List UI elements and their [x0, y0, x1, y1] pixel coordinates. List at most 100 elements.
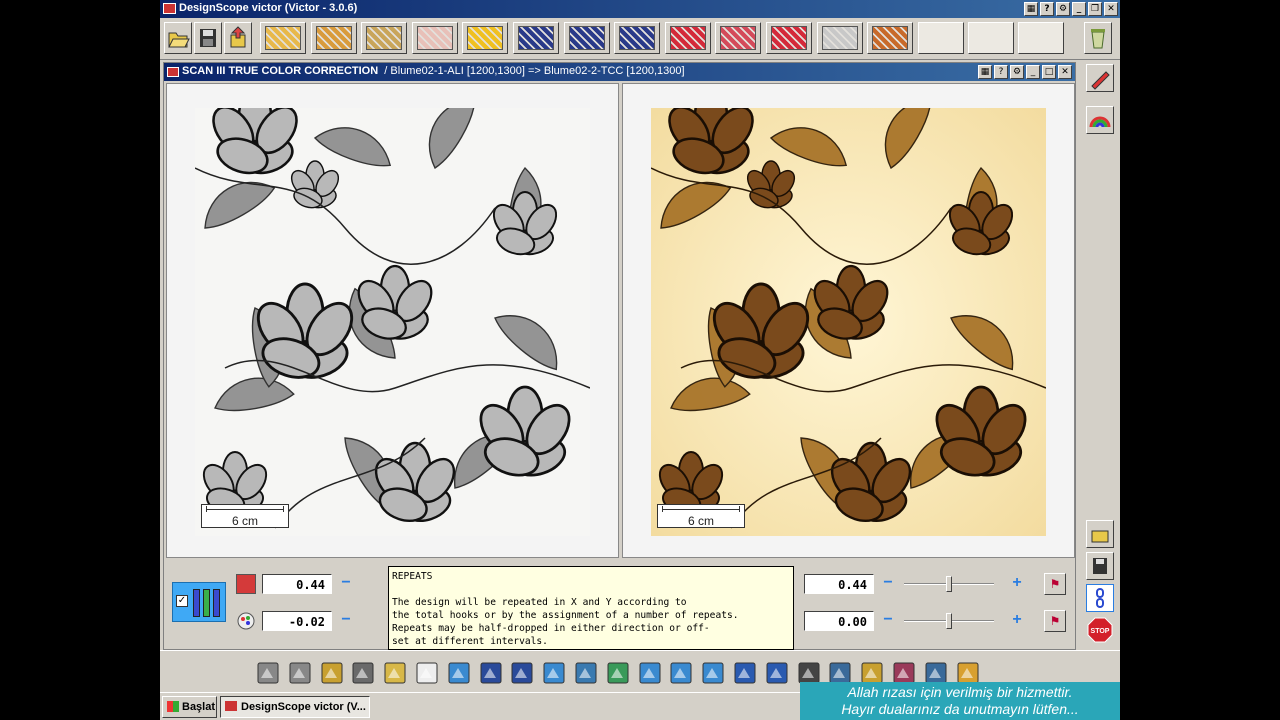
- design-thumbnail-11[interactable]: [766, 22, 812, 54]
- link-button[interactable]: [1086, 584, 1114, 612]
- right-row2-minus-button[interactable]: −: [879, 612, 897, 630]
- app-window: DesignScope victor (Victor - 3.0.6) ▦ ? …: [160, 0, 1120, 720]
- original-image-pane[interactable]: 6 cm: [166, 83, 619, 558]
- child-close-button[interactable]: ✕: [1058, 65, 1072, 79]
- child-minimize-button[interactable]: _: [1026, 65, 1040, 79]
- channel-checkbox[interactable]: ✓: [176, 595, 188, 607]
- grid-icon[interactable]: [606, 661, 630, 685]
- design-thumbnail-swatch: [669, 26, 706, 50]
- save-settings-button[interactable]: [1086, 552, 1114, 580]
- design-thumbnail-2[interactable]: [310, 22, 357, 54]
- minimize-button[interactable]: _: [1072, 2, 1086, 16]
- design-thumbnail-1[interactable]: [260, 22, 306, 54]
- child-tools-icon[interactable]: ⚙: [1010, 65, 1024, 79]
- right-row1-slider[interactable]: [904, 574, 994, 594]
- left-scale-bar: 6 cm: [201, 504, 289, 528]
- close-button[interactable]: ✕: [1104, 2, 1118, 16]
- left-row1-minus-button[interactable]: −: [337, 575, 355, 593]
- chart-icon[interactable]: [669, 661, 693, 685]
- stop-button[interactable]: STOP: [1086, 616, 1114, 644]
- tag-icon[interactable]: [383, 661, 407, 685]
- export-icon: [230, 26, 246, 48]
- open-folder-button[interactable]: [164, 22, 192, 54]
- rgb-channel-toggle[interactable]: ✓: [172, 582, 226, 622]
- tooltip-line: The design will be repeated in X and Y a…: [392, 597, 687, 608]
- child-title-path: / Blume02-1-ALI [1200,1300] => Blume02-2…: [384, 65, 685, 77]
- banner-line-1: Allah rızası için verilmiş bir hizmettir…: [847, 684, 1073, 700]
- chain-icon: [1096, 588, 1104, 608]
- design-thumbnail-10[interactable]: [715, 22, 762, 54]
- texture-icon[interactable]: [701, 661, 725, 685]
- trash-button[interactable]: [1084, 22, 1112, 54]
- right-row2-plus-button[interactable]: +: [1008, 612, 1026, 630]
- right-row2-value[interactable]: 0.00: [804, 611, 874, 631]
- rotate-icon[interactable]: [542, 661, 566, 685]
- design-thumbnail-7[interactable]: [563, 22, 610, 54]
- palette-icon[interactable]: ▦: [1024, 2, 1038, 16]
- design-thumbnail-5[interactable]: [462, 22, 509, 54]
- design-thumbnail-8[interactable]: [614, 22, 661, 54]
- pattern-icon[interactable]: [574, 661, 598, 685]
- pencil-icon[interactable]: [256, 661, 280, 685]
- design-thumbnail-9[interactable]: [664, 22, 711, 54]
- repeats-tooltip: REPEATS The design will be repeated in X…: [388, 566, 794, 650]
- empty-slot-3[interactable]: [1018, 22, 1064, 54]
- child-maximize-button[interactable]: □: [1042, 65, 1056, 79]
- save-button[interactable]: [194, 22, 222, 54]
- red-color-swatch[interactable]: [236, 574, 256, 594]
- right-row2-slider-thumb[interactable]: [946, 613, 952, 629]
- right-row1-minus-button[interactable]: −: [879, 575, 897, 593]
- child-help-icon[interactable]: ?: [994, 65, 1008, 79]
- tooltip-line: the total hooks or by the assignment of …: [392, 610, 739, 621]
- right-toolbar: STOP: [1080, 60, 1120, 650]
- marker-icon: [1091, 71, 1110, 90]
- color-range-button[interactable]: [1086, 106, 1114, 134]
- child-palette-icon[interactable]: ▦: [978, 65, 992, 79]
- camera-icon[interactable]: [351, 661, 375, 685]
- marker-button[interactable]: [1086, 64, 1114, 92]
- design-thumbnail-swatch: [568, 26, 605, 50]
- original-floral-image: [195, 108, 590, 536]
- right-row1-plus-button[interactable]: +: [1008, 575, 1026, 593]
- palette-grid-icon[interactable]: [320, 661, 344, 685]
- weave-icon[interactable]: [638, 661, 662, 685]
- color-wheel-button[interactable]: [236, 611, 256, 631]
- right-row2-side-button[interactable]: ⚑: [1044, 610, 1066, 632]
- brush-icon[interactable]: [288, 661, 312, 685]
- right-scale-bar: 6 cm: [657, 504, 745, 528]
- right-row2-slider[interactable]: [904, 611, 994, 631]
- start-button[interactable]: Başlat: [162, 696, 217, 718]
- design-thumbnail-4[interactable]: [411, 22, 458, 54]
- design-thumbnail-12[interactable]: [816, 22, 863, 54]
- columns-icon[interactable]: [479, 661, 503, 685]
- scale-icon[interactable]: [765, 661, 789, 685]
- corrected-image-pane[interactable]: 6 cm: [622, 83, 1075, 558]
- right-row1-side-button[interactable]: ⚑: [1044, 573, 1066, 595]
- design-thumbnail-6[interactable]: [513, 22, 559, 54]
- tooltip-title: REPEATS: [392, 571, 433, 582]
- taskbar-app-label: DesignScope victor (V...: [241, 701, 366, 713]
- tools-icon[interactable]: ⚙: [1056, 2, 1070, 16]
- left-scale-label: 6 cm: [231, 514, 258, 528]
- page-icon[interactable]: [415, 661, 439, 685]
- right-row1-value[interactable]: 0.44: [804, 574, 874, 594]
- empty-slot-2[interactable]: [968, 22, 1014, 54]
- left-row1-value[interactable]: 0.44: [262, 574, 332, 594]
- right-row1-slider-thumb[interactable]: [946, 576, 952, 592]
- left-row2-value[interactable]: -0.02: [262, 611, 332, 631]
- taskbar-app-button[interactable]: DesignScope victor (V...: [220, 696, 370, 718]
- save-icon: [1093, 558, 1107, 574]
- empty-slot-1[interactable]: [918, 22, 964, 54]
- help-icon[interactable]: ?: [1040, 2, 1054, 16]
- windows-logo-icon: [167, 701, 179, 712]
- runner-icon[interactable]: [733, 661, 757, 685]
- design-thumbnail-13[interactable]: [867, 22, 914, 54]
- restore-button[interactable]: ❐: [1088, 2, 1102, 16]
- repeat-icon[interactable]: [510, 661, 534, 685]
- design-thumbnail-3[interactable]: [361, 22, 408, 54]
- left-row2-minus-button[interactable]: −: [337, 612, 355, 630]
- filter-icon[interactable]: [447, 661, 471, 685]
- tooltip-line: set at different intervals.: [392, 636, 548, 647]
- export-button[interactable]: [224, 22, 252, 54]
- load-settings-button[interactable]: [1086, 520, 1114, 548]
